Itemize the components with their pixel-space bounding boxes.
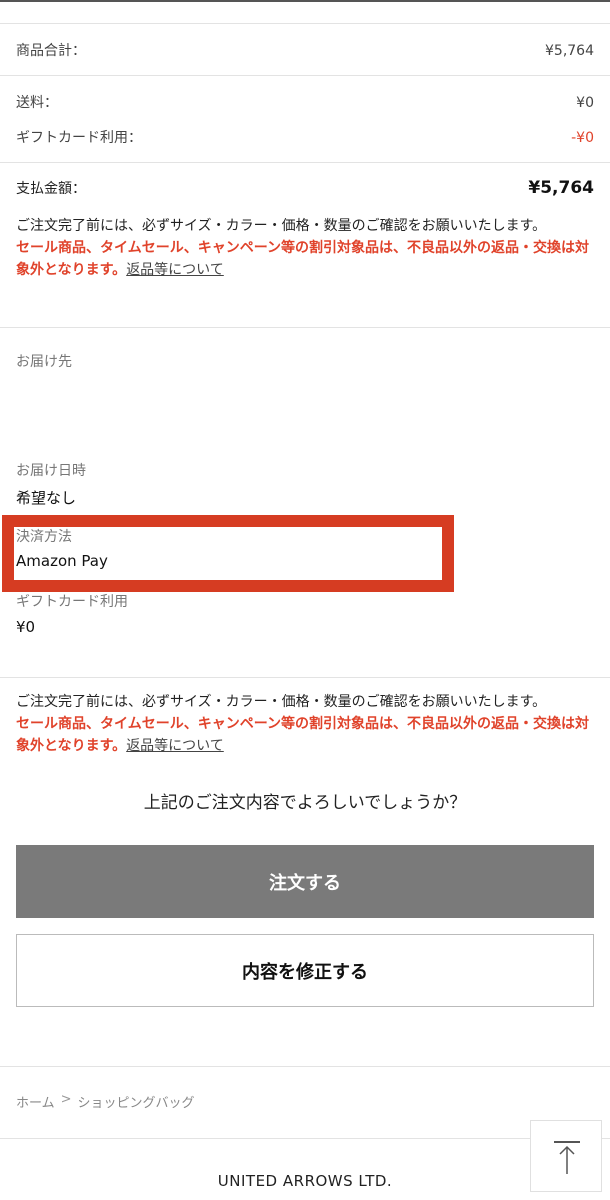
arrow-up-icon	[559, 1145, 575, 1174]
total-value: ¥5,764	[528, 178, 594, 198]
address-label: お届け先	[16, 354, 72, 370]
divider	[0, 1066, 610, 1067]
divider	[0, 327, 610, 328]
confirm-question: 上記のご注文内容でよろしいでしょうか？	[143, 793, 467, 813]
divider	[0, 75, 610, 76]
subtotal-row: 商品合計： ¥5,764	[16, 40, 594, 60]
giftcard-label: ギフトカード利用：	[16, 130, 142, 146]
breadcrumb-current: ショッピングバッグ	[77, 1096, 195, 1111]
giftcard-usage-value: ¥0	[16, 618, 36, 636]
return-policy-link[interactable]: 返品等について	[126, 262, 224, 278]
notice-text: ご注文完了前には、必ずサイズ・カラー・価格・数量のご確認をお願いいたします。	[16, 218, 547, 234]
divider	[0, 162, 610, 163]
order-notice: ご注文完了前には、必ずサイズ・カラー・価格・数量のご確認をお願いいたします。 セ…	[16, 215, 598, 281]
total-label: 支払金額：	[16, 181, 86, 197]
breadcrumb-separator: >	[60, 1092, 72, 1107]
edit-order-button[interactable]: 内容を修正する	[16, 934, 594, 1007]
footer-brand: UNITED ARROWS LTD.	[217, 1172, 393, 1190]
total-row: 支払金額： ¥5,764	[16, 178, 594, 198]
giftcard-value: -¥0	[571, 130, 594, 146]
shipping-row: 送料： ¥0	[16, 92, 594, 112]
notice-text: ご注文完了前には、必ずサイズ・カラー・価格・数量のご確認をお願いいたします。	[16, 694, 547, 710]
breadcrumb: ホーム > ショッピングバッグ	[16, 1092, 195, 1111]
divider	[0, 677, 610, 678]
delivery-date-value: 希望なし	[16, 489, 77, 507]
order-button[interactable]: 注文する	[16, 845, 594, 918]
notice-warning: セール商品、タイムセール、キャンペーン等の割引対象品は、不良品以外の返品・交換は…	[16, 240, 590, 278]
giftcard-usage-label: ギフトカード利用	[16, 594, 128, 610]
delivery-date-label: お届け日時	[16, 463, 86, 479]
return-policy-link[interactable]: 返品等について	[126, 738, 224, 754]
subtotal-value: ¥5,764	[545, 43, 594, 59]
subtotal-label: 商品合計：	[16, 43, 86, 59]
giftcard-row: ギフトカード利用： -¥0	[16, 127, 594, 147]
page-top-bar	[554, 1141, 580, 1143]
breadcrumb-home[interactable]: ホーム	[16, 1092, 55, 1111]
top-divider	[0, 0, 610, 2]
divider	[0, 23, 610, 24]
order-notice-bottom: ご注文完了前には、必ずサイズ・カラー・価格・数量のご確認をお願いいたします。 セ…	[16, 691, 598, 757]
payment-highlight-box	[2, 515, 454, 592]
shipping-label: 送料：	[16, 95, 58, 111]
shipping-value: ¥0	[576, 95, 594, 111]
divider	[0, 1138, 610, 1139]
notice-warning: セール商品、タイムセール、キャンペーン等の割引対象品は、不良品以外の返品・交換は…	[16, 716, 590, 754]
